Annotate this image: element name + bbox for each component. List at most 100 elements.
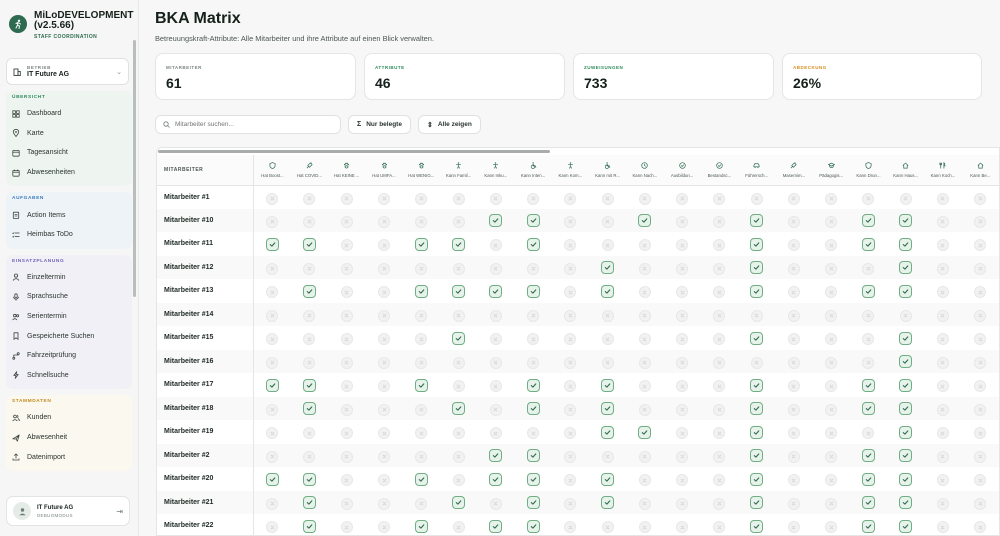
unchecked-x-icon[interactable] bbox=[936, 474, 949, 487]
unchecked-x-icon[interactable] bbox=[638, 309, 651, 322]
unchecked-x-icon[interactable] bbox=[303, 333, 316, 346]
checkmark-icon[interactable] bbox=[526, 449, 540, 463]
column-header-attribute[interactable]: Pädagogis... bbox=[812, 155, 850, 186]
unchecked-x-icon[interactable] bbox=[452, 356, 465, 369]
sidebar-item-abwesenheiten[interactable]: Abwesenheiten bbox=[6, 163, 132, 183]
checkmark-icon[interactable] bbox=[526, 378, 540, 392]
checkmark-icon[interactable] bbox=[601, 261, 615, 275]
checkmark-icon[interactable] bbox=[750, 378, 764, 392]
unchecked-x-icon[interactable] bbox=[378, 427, 390, 440]
unchecked-x-icon[interactable] bbox=[713, 521, 726, 534]
unchecked-x-icon[interactable] bbox=[787, 286, 800, 299]
unchecked-x-icon[interactable] bbox=[340, 333, 353, 346]
horizontal-scrollbar[interactable] bbox=[158, 150, 550, 153]
checkmark-icon[interactable] bbox=[414, 472, 428, 486]
unchecked-x-icon[interactable] bbox=[713, 262, 726, 275]
unchecked-x-icon[interactable] bbox=[489, 262, 502, 275]
checkmark-icon[interactable] bbox=[526, 402, 540, 416]
unchecked-x-icon[interactable] bbox=[825, 192, 838, 205]
checkmark-icon[interactable] bbox=[601, 284, 615, 298]
checkmark-icon[interactable] bbox=[861, 378, 875, 392]
unchecked-x-icon[interactable] bbox=[787, 239, 800, 252]
unchecked-x-icon[interactable] bbox=[415, 262, 428, 275]
unchecked-x-icon[interactable] bbox=[787, 333, 800, 346]
unchecked-x-icon[interactable] bbox=[564, 521, 577, 534]
unchecked-x-icon[interactable] bbox=[862, 333, 875, 346]
unchecked-x-icon[interactable] bbox=[676, 356, 689, 369]
column-header-attribute[interactable]: Führersch... bbox=[738, 155, 776, 186]
unchecked-x-icon[interactable] bbox=[974, 309, 987, 322]
unchecked-x-icon[interactable] bbox=[936, 427, 949, 440]
unchecked-x-icon[interactable] bbox=[564, 403, 577, 416]
checkmark-icon[interactable] bbox=[265, 237, 279, 251]
unchecked-x-icon[interactable] bbox=[825, 474, 838, 487]
unchecked-x-icon[interactable] bbox=[676, 403, 689, 416]
unchecked-x-icon[interactable] bbox=[974, 474, 987, 487]
sidebar-scrollbar[interactable] bbox=[133, 40, 136, 297]
unchecked-x-icon[interactable] bbox=[825, 497, 838, 510]
checkmark-icon[interactable] bbox=[750, 331, 764, 345]
unchecked-x-icon[interactable] bbox=[340, 309, 353, 322]
unchecked-x-icon[interactable] bbox=[489, 239, 502, 252]
unchecked-x-icon[interactable] bbox=[266, 192, 279, 205]
checkmark-icon[interactable] bbox=[489, 519, 503, 533]
unchecked-x-icon[interactable] bbox=[378, 356, 390, 369]
unchecked-x-icon[interactable] bbox=[936, 380, 949, 393]
unchecked-x-icon[interactable] bbox=[340, 239, 353, 252]
unchecked-x-icon[interactable] bbox=[787, 403, 800, 416]
unchecked-x-icon[interactable] bbox=[974, 215, 987, 228]
unchecked-x-icon[interactable] bbox=[489, 403, 502, 416]
unchecked-x-icon[interactable] bbox=[936, 521, 949, 534]
unchecked-x-icon[interactable] bbox=[378, 239, 390, 252]
unchecked-x-icon[interactable] bbox=[825, 427, 838, 440]
checkmark-icon[interactable] bbox=[899, 496, 913, 510]
show-all-button[interactable]: ⇕ Alle zeigen bbox=[417, 115, 481, 134]
sidebar-item-fahrzeitprüfung[interactable]: Fahrzeitprüfung bbox=[6, 346, 132, 366]
column-header-attribute[interactable]: Kann mit R... bbox=[588, 155, 627, 186]
checkmark-icon[interactable] bbox=[899, 261, 913, 275]
unchecked-x-icon[interactable] bbox=[340, 262, 353, 275]
unchecked-x-icon[interactable] bbox=[825, 262, 838, 275]
unchecked-x-icon[interactable] bbox=[638, 333, 651, 346]
checkmark-icon[interactable] bbox=[526, 519, 540, 533]
checkmark-icon[interactable] bbox=[526, 237, 540, 251]
unchecked-x-icon[interactable] bbox=[676, 450, 689, 463]
checkmark-icon[interactable] bbox=[489, 472, 503, 486]
brand[interactable]: MiLoDEVELOPMENT (v2.5.66) STAFF COORDINA… bbox=[0, 0, 138, 52]
checkmark-icon[interactable] bbox=[861, 449, 875, 463]
unchecked-x-icon[interactable] bbox=[303, 215, 316, 228]
unchecked-x-icon[interactable] bbox=[825, 309, 838, 322]
unchecked-x-icon[interactable] bbox=[415, 215, 428, 228]
unchecked-x-icon[interactable] bbox=[303, 427, 316, 440]
checkmark-icon[interactable] bbox=[861, 284, 875, 298]
logout-icon[interactable]: ⇥ bbox=[116, 507, 123, 516]
unchecked-x-icon[interactable] bbox=[601, 356, 614, 369]
unchecked-x-icon[interactable] bbox=[787, 380, 800, 393]
checkmark-icon[interactable] bbox=[750, 472, 764, 486]
checkmark-icon[interactable] bbox=[861, 214, 875, 228]
unchecked-x-icon[interactable] bbox=[378, 450, 390, 463]
unchecked-x-icon[interactable] bbox=[527, 192, 540, 205]
unchecked-x-icon[interactable] bbox=[527, 333, 540, 346]
unchecked-x-icon[interactable] bbox=[340, 450, 353, 463]
unchecked-x-icon[interactable] bbox=[564, 286, 577, 299]
unchecked-x-icon[interactable] bbox=[787, 356, 800, 369]
checkmark-icon[interactable] bbox=[750, 496, 764, 510]
checkmark-icon[interactable] bbox=[452, 237, 466, 251]
unchecked-x-icon[interactable] bbox=[974, 450, 987, 463]
unchecked-x-icon[interactable] bbox=[936, 192, 949, 205]
unchecked-x-icon[interactable] bbox=[564, 356, 577, 369]
unchecked-x-icon[interactable] bbox=[266, 309, 279, 322]
unchecked-x-icon[interactable] bbox=[527, 427, 540, 440]
betrieb-select[interactable]: BETRIEB IT Future AG ⌄ bbox=[6, 58, 129, 85]
unchecked-x-icon[interactable] bbox=[638, 521, 651, 534]
unchecked-x-icon[interactable] bbox=[676, 521, 689, 534]
unchecked-x-icon[interactable] bbox=[974, 521, 987, 534]
unchecked-x-icon[interactable] bbox=[638, 262, 651, 275]
unchecked-x-icon[interactable] bbox=[415, 497, 428, 510]
unchecked-x-icon[interactable] bbox=[974, 239, 987, 252]
unchecked-x-icon[interactable] bbox=[974, 380, 987, 393]
unchecked-x-icon[interactable] bbox=[601, 450, 614, 463]
checkmark-icon[interactable] bbox=[265, 378, 279, 392]
unchecked-x-icon[interactable] bbox=[787, 427, 800, 440]
